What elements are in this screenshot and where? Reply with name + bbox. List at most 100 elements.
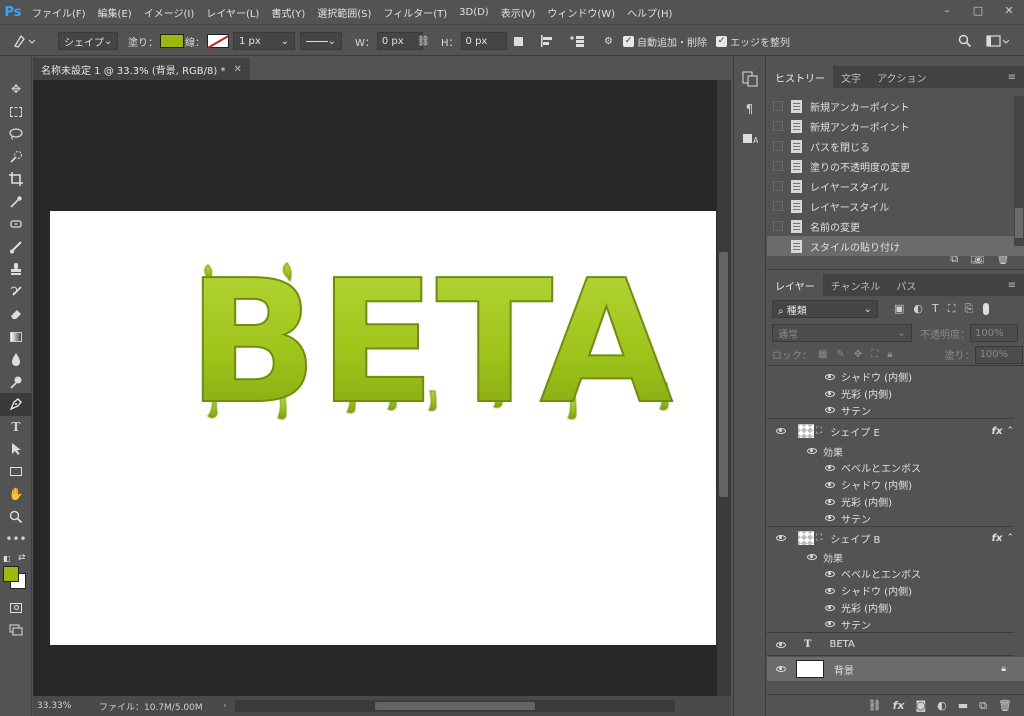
history-item-selected[interactable]: スタイルの貼り付け xyxy=(767,236,1024,256)
document-canvas[interactable]: BETA xyxy=(50,211,716,645)
minimize-button[interactable]: – xyxy=(932,1,962,19)
menu-type[interactable]: 書式(Y) xyxy=(265,5,311,20)
effects-row[interactable]: 効果 xyxy=(767,443,1014,459)
fx-icon[interactable]: fx xyxy=(992,426,1003,437)
layer-name[interactable]: 背景 xyxy=(834,662,854,677)
lock-transparent-icon[interactable]: ▦ xyxy=(818,349,827,360)
quick-selection-icon[interactable] xyxy=(0,146,32,169)
layer-row-shape-e[interactable]: ⛶ シェイプ E fx ⌃ xyxy=(767,420,1014,442)
history-item[interactable]: レイヤースタイル xyxy=(767,176,1024,196)
width-input[interactable]: 0 px xyxy=(376,32,423,50)
eye-icon[interactable] xyxy=(825,407,835,413)
effect-row[interactable]: サテン xyxy=(767,616,1014,633)
link-layers-icon[interactable]: ⛓ xyxy=(868,699,882,712)
screen-mode-icon[interactable] xyxy=(0,619,32,642)
effect-row[interactable]: シャドウ (内側) xyxy=(767,368,1014,385)
eye-icon[interactable] xyxy=(776,666,786,672)
move-tool-icon[interactable]: ✥ xyxy=(0,78,32,101)
history-scrollbar[interactable] xyxy=(1014,96,1024,246)
path-operations-icon[interactable] xyxy=(514,25,523,57)
height-input[interactable]: 0 px xyxy=(460,32,507,50)
tab-channels[interactable]: チャンネル xyxy=(823,274,889,296)
quick-mask-icon[interactable] xyxy=(0,597,32,620)
pen-tool-icon[interactable] xyxy=(0,393,32,416)
eye-icon[interactable] xyxy=(825,390,835,397)
chevron-up-icon[interactable]: ⌃ xyxy=(1006,533,1014,543)
horizontal-scrollbar[interactable] xyxy=(234,700,675,712)
effect-row[interactable]: 光彩 (内側) xyxy=(767,599,1014,616)
brush-tool-icon[interactable] xyxy=(0,236,32,259)
foreground-color-swatch[interactable] xyxy=(3,565,19,582)
effect-row[interactable]: サテン xyxy=(767,402,1014,419)
effect-row[interactable]: サテン xyxy=(767,510,1014,527)
close-button[interactable]: ✕ xyxy=(994,1,1024,19)
filter-adjustment-icon[interactable]: ◐ xyxy=(913,302,923,316)
eye-icon[interactable] xyxy=(825,373,835,380)
path-selection-icon[interactable] xyxy=(0,438,32,461)
eye-icon[interactable] xyxy=(825,481,835,488)
clone-stamp-icon[interactable] xyxy=(0,258,32,281)
eye-icon[interactable] xyxy=(825,604,835,611)
eye-icon[interactable] xyxy=(776,428,786,434)
lock-artboard-icon[interactable]: ⛶ xyxy=(871,349,878,360)
history-panel-icon[interactable] xyxy=(734,64,765,94)
default-colors-icon[interactable]: ◧ xyxy=(3,554,11,563)
fill-color-swatch[interactable] xyxy=(160,34,184,48)
panel-menu-icon[interactable]: ≡ xyxy=(1000,274,1024,296)
vertical-scroll-thumb[interactable] xyxy=(719,252,728,497)
history-item[interactable]: 名前の変更 xyxy=(767,216,1024,236)
eye-icon[interactable] xyxy=(825,464,835,471)
menu-file[interactable]: ファイル(F) xyxy=(26,5,92,20)
eye-icon[interactable] xyxy=(776,641,786,648)
menu-window[interactable]: ウィンドウ(W) xyxy=(541,5,621,20)
lasso-tool-icon[interactable] xyxy=(0,123,32,146)
history-item[interactable]: パスを閉じる xyxy=(767,136,1024,156)
horizontal-scroll-thumb[interactable] xyxy=(374,702,535,710)
eyedropper-icon[interactable] xyxy=(0,191,32,214)
layer-row-background[interactable]: 背景 🔒︎ xyxy=(767,657,1024,681)
add-layer-style-icon[interactable]: fx xyxy=(893,699,905,712)
menu-3d[interactable]: 3D(D) xyxy=(453,7,495,18)
zoom-level[interactable]: 33.33% xyxy=(33,701,93,711)
eye-icon[interactable] xyxy=(776,535,786,541)
healing-brush-icon[interactable] xyxy=(0,213,32,236)
eye-icon[interactable] xyxy=(807,448,817,454)
opacity-input[interactable]: 100% xyxy=(970,324,1018,342)
blur-tool-icon[interactable] xyxy=(0,348,32,371)
history-item[interactable]: 新規アンカーポイント xyxy=(767,96,1024,116)
filter-toggle[interactable] xyxy=(983,303,990,315)
document-tab[interactable]: 名称未設定 1 @ 33.3% (背景, RGB/8) * ✕ xyxy=(33,58,250,80)
blend-mode-dropdown[interactable]: 通常 ⌄ xyxy=(772,324,912,342)
eye-icon[interactable] xyxy=(825,621,835,627)
paragraph-panel-icon[interactable]: ¶ xyxy=(734,94,765,124)
history-item[interactable]: 塗りの不透明度の変更 xyxy=(767,156,1024,176)
eraser-icon[interactable] xyxy=(0,303,32,326)
menu-filter[interactable]: フィルター(T) xyxy=(377,5,453,20)
filter-pixel-icon[interactable]: ▣ xyxy=(894,302,904,316)
chevron-up-icon[interactable]: ⌃ xyxy=(1006,426,1014,436)
filter-shape-icon[interactable]: ⛶ xyxy=(948,302,956,316)
fill-input[interactable]: 100% xyxy=(974,345,1023,364)
history-item[interactable]: レイヤースタイル xyxy=(767,196,1024,216)
menu-view[interactable]: 表示(V) xyxy=(495,5,542,20)
layer-row-text[interactable]: T BETA xyxy=(767,634,1014,656)
eye-icon[interactable] xyxy=(825,570,835,577)
new-group-icon[interactable]: ▬ xyxy=(958,699,968,712)
tab-paths[interactable]: パス xyxy=(888,274,924,296)
eye-icon[interactable] xyxy=(825,498,835,505)
pen-tool-preset-icon[interactable] xyxy=(12,25,36,57)
path-arrangement-icon[interactable] xyxy=(568,25,586,57)
effect-row[interactable]: ベベルとエンボス xyxy=(767,565,1014,582)
eye-icon[interactable] xyxy=(825,515,835,521)
lock-position-icon[interactable]: ✥ xyxy=(854,349,862,360)
tab-character[interactable]: 文字 xyxy=(833,66,869,88)
rectangular-marquee-icon[interactable] xyxy=(0,101,32,124)
lock-pixels-icon[interactable]: ✎ xyxy=(836,349,844,360)
search-icon[interactable] xyxy=(958,25,972,57)
path-alignment-icon[interactable] xyxy=(540,25,554,57)
chevron-right-icon[interactable]: › xyxy=(223,701,227,711)
gradient-tool-icon[interactable] xyxy=(0,326,32,349)
workspace-switcher-icon[interactable] xyxy=(986,25,1010,57)
swap-colors-icon[interactable]: ⇄ xyxy=(18,553,26,563)
lock-all-icon[interactable]: 🔒︎ xyxy=(887,349,892,360)
